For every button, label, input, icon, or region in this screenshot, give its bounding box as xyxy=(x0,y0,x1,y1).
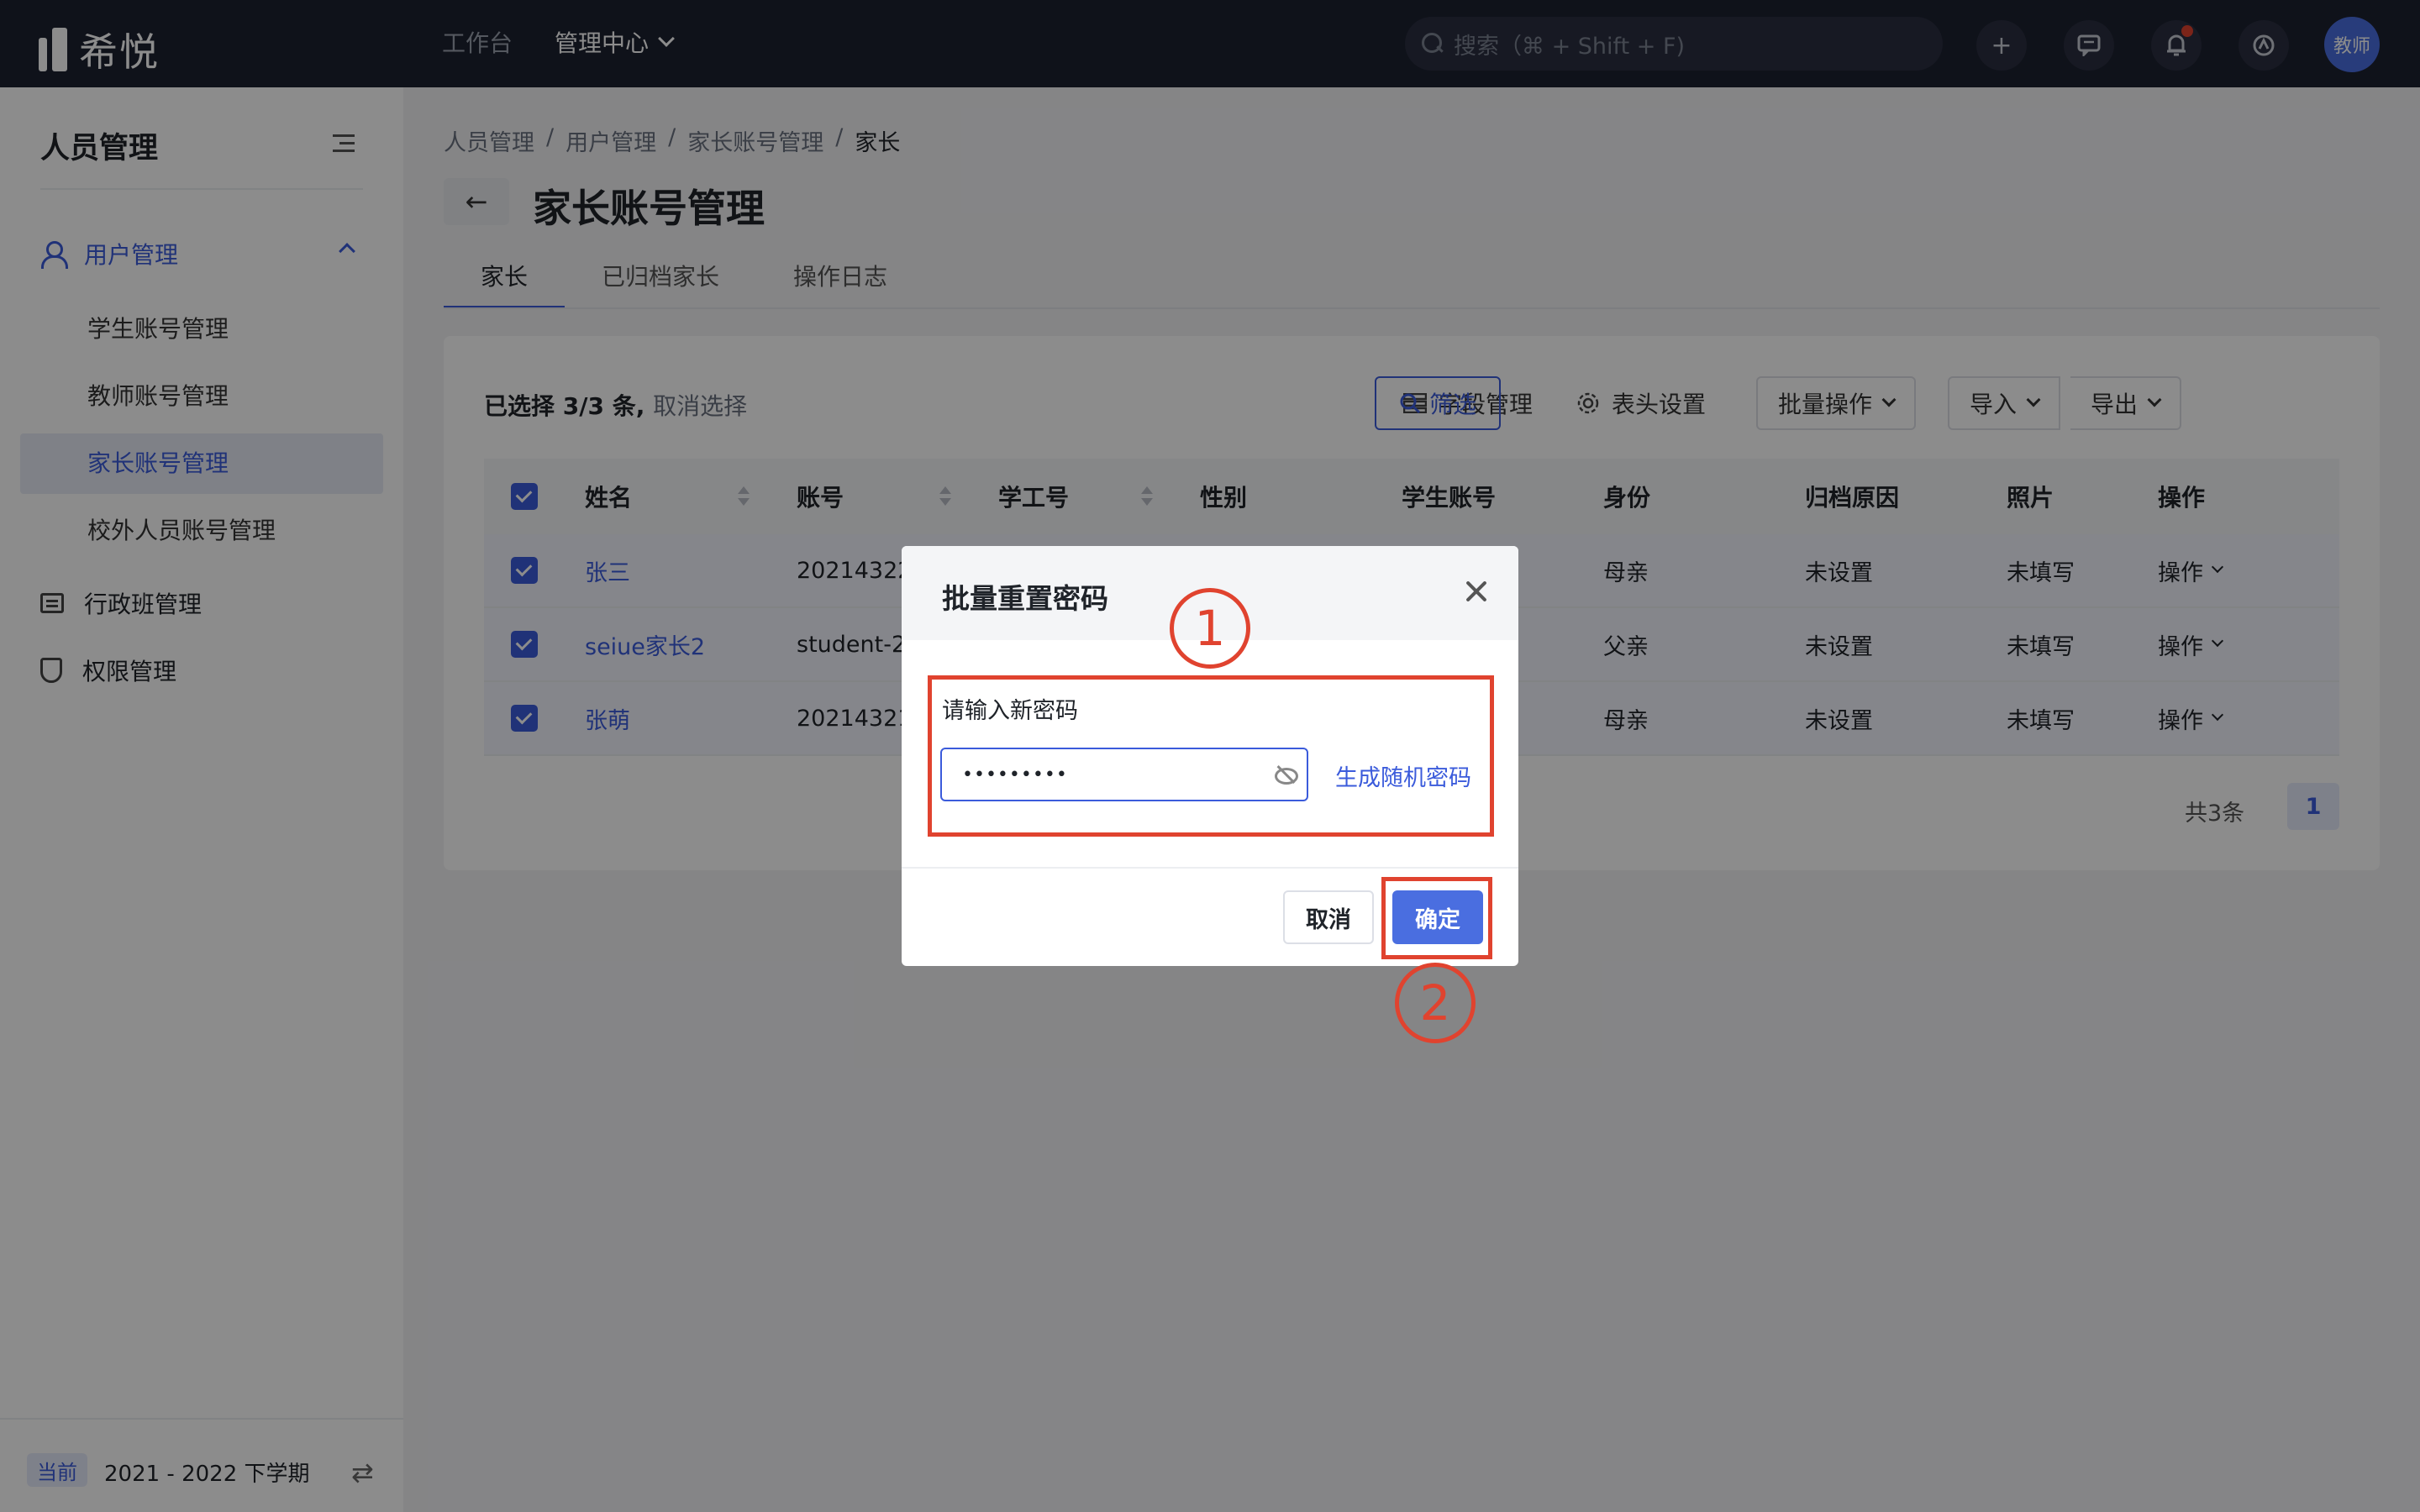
close-icon[interactable] xyxy=(1456,571,1497,612)
annotation-step-2: 2 xyxy=(1395,963,1476,1043)
cancel-button[interactable]: 取消 xyxy=(1283,890,1374,944)
annotation-box-step-2 xyxy=(1381,877,1492,959)
annotation-box-step-1 xyxy=(928,675,1494,837)
dialog-title: 批量重置密码 xyxy=(942,582,1108,615)
dialog-footer-divider xyxy=(902,867,1518,869)
annotation-step-1: 1 xyxy=(1170,588,1250,669)
